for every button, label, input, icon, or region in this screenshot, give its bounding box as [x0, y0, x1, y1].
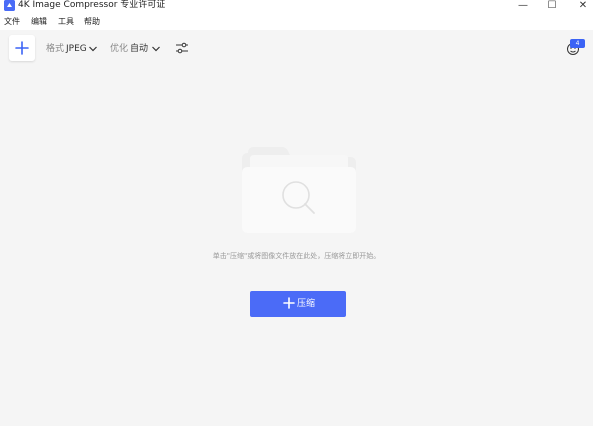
menu-help[interactable]: 帮助	[84, 17, 100, 27]
optimize-label: 优化	[110, 44, 129, 54]
menu-tools[interactable]: 工具	[58, 17, 74, 27]
format-chevron-down-icon[interactable]	[88, 44, 98, 54]
toolbar: 格式 JPEG 优化 自动 4	[0, 30, 593, 72]
plus-icon	[283, 297, 295, 309]
optimize-value[interactable]: 自动	[130, 44, 148, 55]
menu-edit[interactable]: 编辑	[31, 17, 47, 27]
compress-button[interactable]: 压缩	[250, 291, 346, 317]
format-value[interactable]: JPEG	[66, 44, 87, 55]
compress-button-label: 压缩	[297, 299, 316, 309]
maximize-button[interactable]: ☐	[545, 0, 559, 11]
app-logo-icon	[4, 0, 15, 11]
minimize-button[interactable]: —	[516, 0, 530, 11]
folder-search-icon	[242, 147, 356, 233]
drop-hint-text: 单击"压缩"或将图像文件放在此处，压缩将立即开始。	[212, 252, 381, 260]
close-button[interactable]: ✕	[576, 0, 590, 11]
notification-badge: 4	[570, 39, 585, 48]
plus-icon	[15, 41, 29, 55]
title-bar: 4K Image Compressor 专业许可证 — ☐ ✕	[0, 0, 593, 14]
window-title: 4K Image Compressor 专业许可证	[18, 0, 166, 10]
sliders-icon[interactable]	[175, 41, 189, 55]
optimize-chevron-down-icon[interactable]	[151, 44, 161, 54]
menu-file[interactable]: 文件	[4, 17, 20, 27]
format-label: 格式	[46, 44, 65, 54]
menu-bar: 文件 编辑 工具 帮助	[0, 14, 593, 30]
add-files-button[interactable]	[9, 35, 35, 61]
